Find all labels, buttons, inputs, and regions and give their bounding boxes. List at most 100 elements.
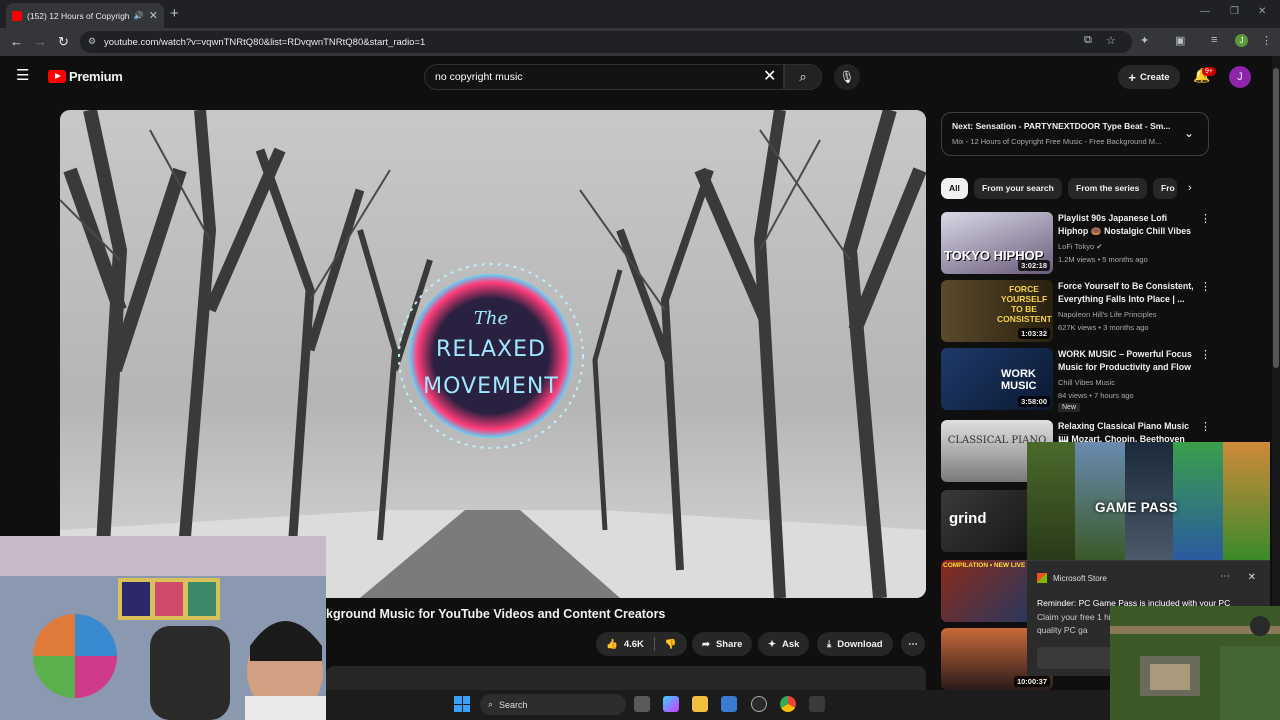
video-title[interactable]: Force Yourself to Be Consistent, Everyth… xyxy=(1058,280,1198,306)
site-info-icon[interactable]: ⚙ xyxy=(88,36,96,47)
duration-badge: 3:02:18 xyxy=(1018,260,1050,271)
plus-icon: + xyxy=(1128,69,1136,85)
notification-badge: 9+ xyxy=(1202,67,1216,76)
forward-icon[interactable]: → xyxy=(34,34,47,49)
audio-icon[interactable]: 🔊 xyxy=(134,11,144,20)
search-button[interactable]: ⌕ xyxy=(784,64,822,90)
minimize-icon[interactable]: — xyxy=(1200,6,1210,17)
scrollbar-thumb[interactable] xyxy=(1273,68,1279,368)
file-explorer-icon[interactable] xyxy=(692,696,708,712)
logo-text: Premium xyxy=(69,69,123,84)
chip-partial[interactable]: Fro xyxy=(1153,178,1177,199)
channel-name[interactable]: Chill Vibes Music xyxy=(1058,378,1115,387)
webcam-overlay xyxy=(0,536,326,720)
like-divider xyxy=(653,637,655,651)
media-control-icon[interactable]: ≡ xyxy=(1211,34,1217,46)
up-next-panel[interactable]: Next: Sensation - PARTYNEXTDOOR Type Bea… xyxy=(941,112,1209,156)
video-title[interactable]: Playlist 90s Japanese Lofi Hiphop 🍩 Nost… xyxy=(1058,212,1198,238)
back-icon[interactable]: ← xyxy=(10,34,23,49)
windows-taskbar xyxy=(326,690,1110,720)
youtube-play-icon xyxy=(48,70,66,83)
taskbar-search[interactable]: ⌕ Search xyxy=(480,694,626,715)
window-close-icon[interactable]: ✕ xyxy=(1258,6,1266,17)
channel-name[interactable]: LoFi Tokyo ✔ xyxy=(1058,242,1103,251)
thumbnail-text: grind xyxy=(949,510,987,527)
download-icon: ⤓ xyxy=(827,638,832,650)
voice-search-button[interactable]: 🎙 xyxy=(834,64,860,90)
more-options-icon[interactable]: ⋮ xyxy=(1200,348,1211,361)
create-button[interactable]: + Create xyxy=(1118,65,1180,89)
description-box[interactable] xyxy=(326,666,926,690)
toast-close-icon[interactable]: ✕ xyxy=(1248,572,1256,583)
hamburger-menu-icon[interactable]: ☰ xyxy=(16,66,29,84)
download-button[interactable]: ⤓ Download xyxy=(817,632,893,656)
duration-badge: 3:58:00 xyxy=(1018,396,1050,407)
new-tab-icon[interactable]: + xyxy=(170,5,179,22)
toast-more-icon[interactable]: ⋯ xyxy=(1220,571,1230,582)
page-scrollbar[interactable] xyxy=(1272,56,1280,690)
chip-from-the-series[interactable]: From the series xyxy=(1068,178,1148,199)
task-view-icon[interactable] xyxy=(634,696,650,712)
video-meta: 84 views • 7 hours ago xyxy=(1058,391,1134,400)
video-thumbnail[interactable]: FORCE YOURSELF TO BE CONSISTENT 1:03:32 xyxy=(941,280,1053,342)
video-thumbnail[interactable]: TOKYO HIPHOP 3:02:18 xyxy=(941,212,1053,274)
recommendation-card[interactable]: WORK MUSIC 3:58:00 WORK MUSIC – Powerful… xyxy=(941,348,1271,412)
browser-tab[interactable]: (152) 12 Hours of Copyright 🔊 ✕ xyxy=(6,3,164,28)
recommendation-card[interactable]: TOKYO HIPHOP 3:02:18 Playlist 90s Japane… xyxy=(941,212,1271,274)
share-button[interactable]: ➦ Share xyxy=(692,632,753,656)
recommendation-card[interactable]: FORCE YOURSELF TO BE CONSISTENT 1:03:32 … xyxy=(941,280,1271,342)
video-meta: 1.2M views • 5 months ago xyxy=(1058,255,1148,264)
chevron-right-icon[interactable]: › xyxy=(1188,182,1192,194)
logo-line-3: MOVEMENT xyxy=(423,374,559,399)
tab-search-icon[interactable]: ▣ xyxy=(1175,34,1185,47)
video-player[interactable]: The RELAXED MOVEMENT xyxy=(60,110,926,598)
thumbs-up-icon: 👍 xyxy=(606,638,618,650)
share-label: Share xyxy=(715,638,743,650)
game-launcher-icon[interactable] xyxy=(751,696,767,712)
more-actions-button[interactable]: ⋯ xyxy=(901,632,925,656)
microsoft-store-taskbar-icon[interactable] xyxy=(721,696,737,712)
thumbnail-text: FORCE YOURSELF TO BE CONSISTENT xyxy=(997,284,1052,324)
windows-start-icon[interactable] xyxy=(454,696,470,712)
duration-badge: 1:03:32 xyxy=(1018,328,1050,339)
clear-search-icon[interactable]: ✕ xyxy=(763,66,776,86)
maximize-icon[interactable]: ❐ xyxy=(1230,6,1239,17)
address-bar[interactable]: ⚙ youtube.com/watch?v=vqwnTNRtQ80&list=R… xyxy=(80,31,1132,53)
account-avatar[interactable]: J xyxy=(1229,66,1251,88)
chip-from-your-search[interactable]: From your search xyxy=(974,178,1062,199)
youtube-favicon-icon xyxy=(12,10,22,21)
extensions-icon[interactable]: ✦ xyxy=(1140,34,1149,47)
ask-button[interactable]: ✦ Ask xyxy=(758,632,810,656)
app-icon[interactable] xyxy=(809,696,825,712)
toast-action-button[interactable] xyxy=(1037,647,1117,669)
chip-all[interactable]: All xyxy=(941,178,968,199)
ask-label: Ask xyxy=(781,638,800,650)
like-button[interactable]: 👍 4.6K 👎 xyxy=(596,632,687,656)
more-options-icon[interactable]: ⋮ xyxy=(1200,280,1211,293)
youtube-logo[interactable]: Premium xyxy=(48,69,123,84)
browser-profile-avatar[interactable]: J xyxy=(1235,34,1248,47)
video-frame: The RELAXED MOVEMENT xyxy=(60,110,926,598)
thumbs-down-icon[interactable]: 👎 xyxy=(665,639,677,650)
bookmark-star-icon[interactable]: ☆ xyxy=(1106,34,1116,47)
video-title[interactable]: WORK MUSIC – Powerful Focus Music for Pr… xyxy=(1058,348,1198,374)
taskbar-search-label: Search xyxy=(499,699,528,710)
chevron-down-icon[interactable]: ⌄ xyxy=(1184,126,1194,140)
create-label: Create xyxy=(1140,71,1170,83)
new-badge: New xyxy=(1058,403,1081,412)
channel-name[interactable]: Napoleon Hill's Life Principles xyxy=(1058,310,1157,319)
browser-menu-icon[interactable]: ⋮ xyxy=(1261,34,1272,47)
microsoft-store-icon xyxy=(1037,573,1047,583)
reload-icon[interactable]: ↻ xyxy=(58,34,69,50)
search-input[interactable]: no copyright music xyxy=(424,64,784,90)
more-options-icon[interactable]: ⋮ xyxy=(1200,212,1211,225)
chrome-icon[interactable] xyxy=(780,696,796,712)
toast-app-name: Microsoft Store xyxy=(1053,573,1107,583)
more-options-icon[interactable]: ⋮ xyxy=(1200,420,1211,433)
duration-badge: 10:00:37 xyxy=(1013,676,1050,687)
sparkle-icon: ✦ xyxy=(768,638,776,650)
video-thumbnail[interactable]: WORK MUSIC 3:58:00 xyxy=(941,348,1053,410)
tab-close-icon[interactable]: ✕ xyxy=(149,9,158,22)
copilot-icon[interactable] xyxy=(663,696,679,712)
install-app-icon[interactable]: ⧉ xyxy=(1084,34,1092,47)
